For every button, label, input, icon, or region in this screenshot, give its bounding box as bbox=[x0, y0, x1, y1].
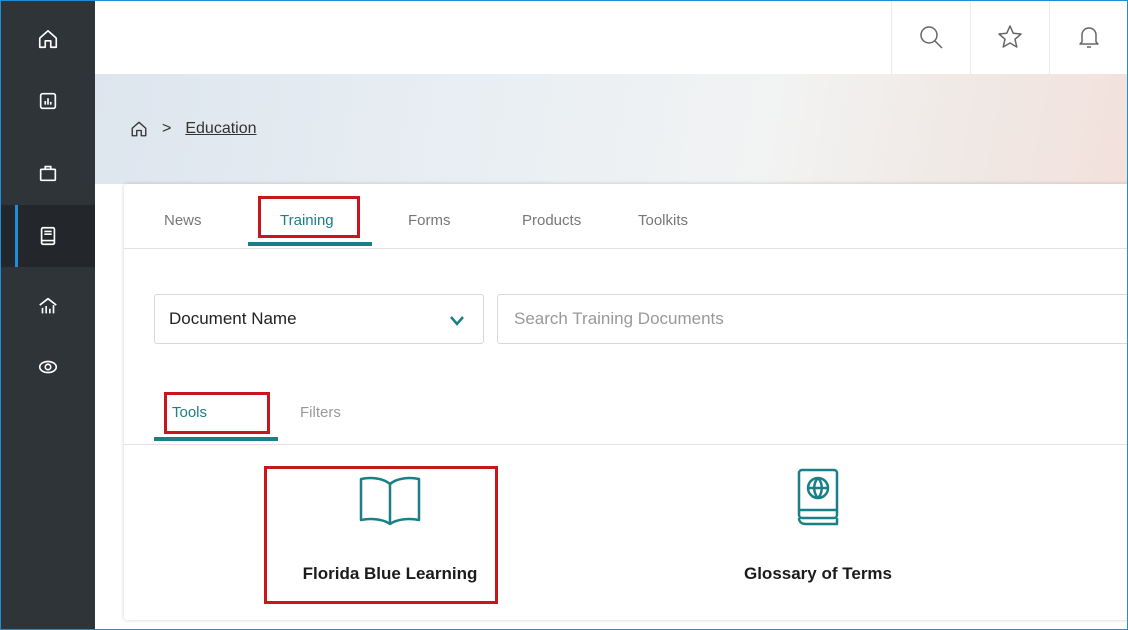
globe-book-icon bbox=[797, 468, 839, 526]
analytics-icon bbox=[38, 297, 57, 314]
breadcrumb: > Education bbox=[130, 120, 257, 138]
eye-icon bbox=[38, 360, 57, 374]
education-tabs: News Training Forms Products Toolkits bbox=[124, 184, 1128, 249]
sidebar-item-dashboard[interactable] bbox=[0, 70, 95, 132]
tool-glossary-of-terms[interactable]: Glossary of Terms bbox=[698, 460, 938, 600]
search-training-input[interactable] bbox=[497, 294, 1128, 344]
tool-label: Glossary of Terms bbox=[743, 564, 893, 583]
notifications-button[interactable] bbox=[1049, 0, 1128, 74]
subtab-active-indicator bbox=[154, 437, 278, 441]
training-tab-highlight bbox=[258, 196, 360, 238]
breadcrumb-separator: > bbox=[162, 120, 172, 137]
dashboard-chart-icon bbox=[39, 92, 56, 110]
bell-icon bbox=[1079, 27, 1099, 48]
tool-tabs: Tools Filters bbox=[124, 392, 1128, 445]
search-icon bbox=[920, 26, 943, 49]
breadcrumb-education-link[interactable]: Education bbox=[185, 120, 256, 138]
tab-forms[interactable]: Forms bbox=[408, 212, 451, 229]
document-name-select[interactable]: Document Name bbox=[154, 294, 484, 344]
top-bar bbox=[95, 0, 1128, 74]
tab-products[interactable]: Products bbox=[522, 212, 581, 229]
chevron-down-icon bbox=[450, 316, 464, 326]
favorites-button[interactable] bbox=[970, 0, 1049, 74]
florida-blue-learning-highlight bbox=[264, 466, 498, 604]
education-card: News Training Forms Products Toolkits Do… bbox=[124, 184, 1128, 620]
search-button[interactable] bbox=[891, 0, 970, 74]
home-icon[interactable] bbox=[130, 120, 148, 138]
tab-toolkits[interactable]: Toolkits bbox=[638, 212, 688, 229]
sidebar-item-briefcase[interactable] bbox=[0, 142, 95, 204]
star-icon bbox=[998, 25, 1022, 48]
subtab-filters[interactable]: Filters bbox=[300, 404, 341, 421]
tools-tab-highlight bbox=[164, 392, 270, 434]
tab-active-indicator bbox=[248, 242, 372, 246]
sidebar bbox=[0, 0, 95, 630]
sidebar-item-visibility[interactable] bbox=[0, 336, 95, 398]
select-value: Document Name bbox=[169, 309, 297, 328]
sidebar-item-education[interactable] bbox=[0, 205, 95, 267]
briefcase-icon bbox=[39, 165, 56, 182]
tab-news[interactable]: News bbox=[164, 212, 202, 229]
sidebar-item-home[interactable] bbox=[0, 8, 95, 70]
sidebar-item-analytics[interactable] bbox=[0, 275, 95, 337]
home-icon bbox=[38, 29, 57, 49]
book-icon bbox=[40, 226, 55, 246]
top-bar-actions bbox=[891, 0, 1128, 74]
